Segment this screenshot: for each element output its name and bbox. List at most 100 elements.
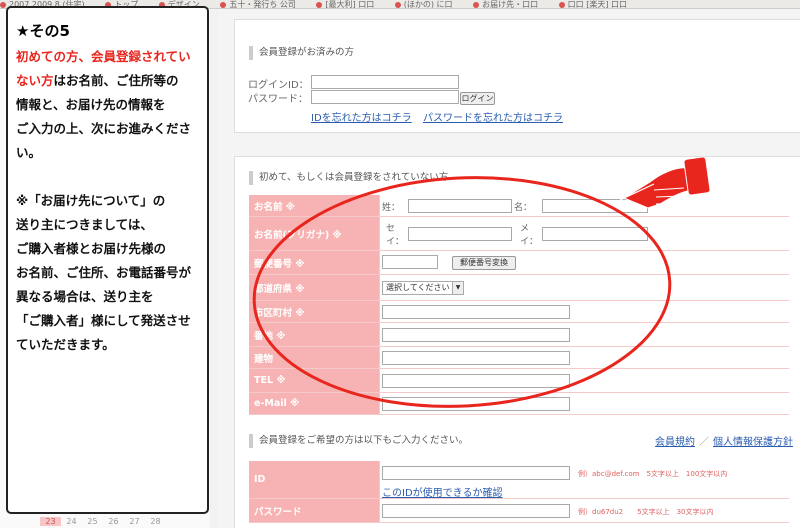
calendar-day[interactable]: 25 [82, 517, 103, 526]
prefecture-select[interactable]: 選択してください ▼ [382, 281, 464, 295]
city-input[interactable] [382, 305, 570, 319]
last-name-kana-input[interactable] [408, 227, 512, 241]
member-id-label: ID [249, 461, 379, 498]
terms-link[interactable]: 会員規約 [655, 437, 695, 448]
form-row-building: 建物 [249, 347, 789, 369]
member-id-input[interactable] [382, 466, 570, 480]
bookmark[interactable]: 五十・発行ち 公司 [220, 0, 296, 8]
zip-convert-button[interactable]: 郵便番号変換 [452, 256, 516, 270]
member-password-hint: 例）du67du2 5文字以上 30文字以内 [578, 508, 714, 516]
tel-label: TEL ※ [249, 369, 379, 392]
pref-label: 都道府県 ※ [249, 275, 379, 300]
login-panel: 会員登録がお済みの方 ログインID： パスワード： ログイン IDを忘れた方はコ… [234, 19, 800, 133]
form-row-address: 番地 ※ [249, 323, 789, 347]
bookmark[interactable]: (ほかの) に口 [394, 0, 453, 8]
zip-input[interactable] [382, 255, 438, 269]
tel-cell [379, 369, 789, 392]
sei-label: 姓： [382, 203, 401, 213]
building-cell [379, 347, 789, 368]
last-name-input[interactable] [408, 199, 512, 213]
privacy-link[interactable]: 個人情報保護方針 [713, 437, 793, 448]
note-text: はお名前、ご住所等の [53, 73, 179, 88]
main-content: 会員登録がお済みの方 ログインID： パスワード： ログイン IDを忘れた方はコ… [218, 9, 800, 528]
login-title: 会員登録がお済みの方 [249, 46, 354, 60]
instruction-note: ★その5 初めての方、会員登録されていない方はお名前、ご住所等の 情報と、お届け… [6, 6, 209, 514]
forgot-id-link[interactable]: IDを忘れた方はコチラ [311, 109, 412, 124]
zip-cell: 郵便番号変換 [379, 251, 789, 274]
member-password-cell: 例）du67du2 5文字以上 30文字以内 [379, 499, 789, 522]
login-password-input[interactable] [311, 90, 459, 104]
bookmark[interactable]: 口口 [楽天] 口口 [558, 0, 627, 8]
forgot-password-link[interactable]: パスワードを忘れた方はコチラ [423, 109, 563, 124]
guest-panel: 初めて、もしくは会員登録をされていない方 お名前 ※ 姓： 名： お名前(フリガ… [234, 156, 800, 528]
form-row-zip: 郵便番号 ※ 郵便番号変換 [249, 251, 789, 275]
bookmark[interactable]: [最大利] 口口 [316, 0, 374, 8]
login-id-label: ログインID： [248, 80, 309, 91]
note-text: 「ご購入者」様にして発送させ [16, 313, 191, 328]
guest-title: 初めて、もしくは会員登録をされていない方 [249, 171, 448, 185]
calendar-day[interactable]: 24 [61, 517, 82, 526]
link-separator: ／ [699, 437, 709, 448]
address-label: 番地 ※ [249, 323, 379, 346]
form-row-member-id: ID 例）abc@def.com 5文字以上 100文字以内 このIDが使用でき… [249, 461, 789, 499]
note-text: ご入力の上、次にお進みください。 [16, 121, 192, 160]
note-paragraph-2: ※「お届け先について」の 送り主につきましては、 ご購入者様とお届け先様の お名… [16, 189, 199, 357]
kana-label: お名前(フリガナ) ※ [249, 217, 379, 250]
login-password-label: パスワード： [248, 94, 308, 105]
login-button[interactable]: ログイン [460, 92, 495, 105]
calendar-row: 23 24 25 26 27 28 [40, 517, 166, 526]
form-row-pref: 都道府県 ※ 選択してください ▼ [249, 275, 789, 301]
calendar-day[interactable]: 28 [145, 517, 166, 526]
note-title: ★その5 [16, 22, 70, 40]
calendar-day[interactable]: 23 [40, 517, 61, 526]
sei-kana-label-2: イ： [386, 237, 405, 247]
form-row-name: お名前 ※ 姓： 名： [249, 195, 789, 217]
note-text: 異なる場合は、送り主を [16, 289, 154, 304]
member-password-input[interactable] [382, 504, 570, 518]
screenshot-root: 2007.2009.8 (住宅) トップ デザイン 五十・発行ち 公司 [最大利… [0, 0, 800, 528]
address-cell [379, 323, 789, 346]
calendar-day[interactable]: 27 [124, 517, 145, 526]
note-paragraph-1: 初めての方、会員登録されていない方はお名前、ご住所等の 情報と、お届け先の情報を… [16, 45, 199, 165]
member-id-cell: 例）abc@def.com 5文字以上 100文字以内 このIDが使用できるか確… [379, 461, 789, 499]
address-input[interactable] [382, 328, 570, 342]
calendar-day[interactable]: 26 [103, 517, 124, 526]
member-password-label: パスワード [249, 499, 379, 522]
member-links: 会員規約 ／ 個人情報保護方針 [655, 433, 793, 448]
prefecture-selected: 選択してください [386, 283, 450, 292]
city-cell [379, 301, 789, 322]
member-title: 会員登録をご希望の方は以下もご入力ください。 [249, 434, 468, 448]
email-input[interactable] [382, 397, 570, 411]
name-cell: 姓： 名： [379, 195, 789, 216]
mei-label: 名： [514, 203, 533, 213]
first-name-kana-input[interactable] [542, 227, 648, 241]
building-label: 建物 [249, 347, 379, 368]
email-label: e-Mail ※ [249, 393, 379, 414]
form-row-member-password: パスワード 例）du67du2 5文字以上 30文字以内 [249, 499, 789, 523]
member-id-hint: 例）abc@def.com 5文字以上 100文字以内 [578, 470, 728, 478]
note-text: 送り主につきましては、 [16, 217, 153, 232]
sei-kana-label-1: セ [386, 224, 396, 234]
building-input[interactable] [382, 351, 570, 365]
mei-kana-label-1: メ [520, 224, 530, 234]
note-text: ていただきます。 [16, 337, 115, 352]
first-name-input[interactable] [542, 199, 648, 213]
kana-cell: セ イ： メ イ： [379, 217, 789, 250]
name-label: お名前 ※ [249, 195, 379, 216]
email-cell [379, 393, 789, 414]
form-row-kana: お名前(フリガナ) ※ セ イ： メ イ： [249, 217, 789, 251]
zip-label: 郵便番号 ※ [249, 251, 379, 274]
note-text: 情報と、お届け先の情報を [16, 97, 166, 112]
form-row-city: 市区町村 ※ [249, 301, 789, 323]
form-row-tel: TEL ※ [249, 369, 789, 393]
pref-cell: 選択してください ▼ [379, 275, 789, 300]
bookmark[interactable]: お届け先・口口 [473, 0, 538, 8]
form-row-email: e-Mail ※ [249, 393, 789, 415]
login-id-input[interactable] [311, 75, 459, 89]
city-label: 市区町村 ※ [249, 301, 379, 322]
note-text: ※「お届け先について」の [16, 193, 166, 208]
id-check-link[interactable]: このIDが使用できるか確認 [382, 484, 502, 499]
tel-input[interactable] [382, 374, 570, 388]
note-text: ご購入者様とお届け先様の [16, 241, 167, 256]
mei-kana-label-2: イ： [520, 237, 539, 247]
